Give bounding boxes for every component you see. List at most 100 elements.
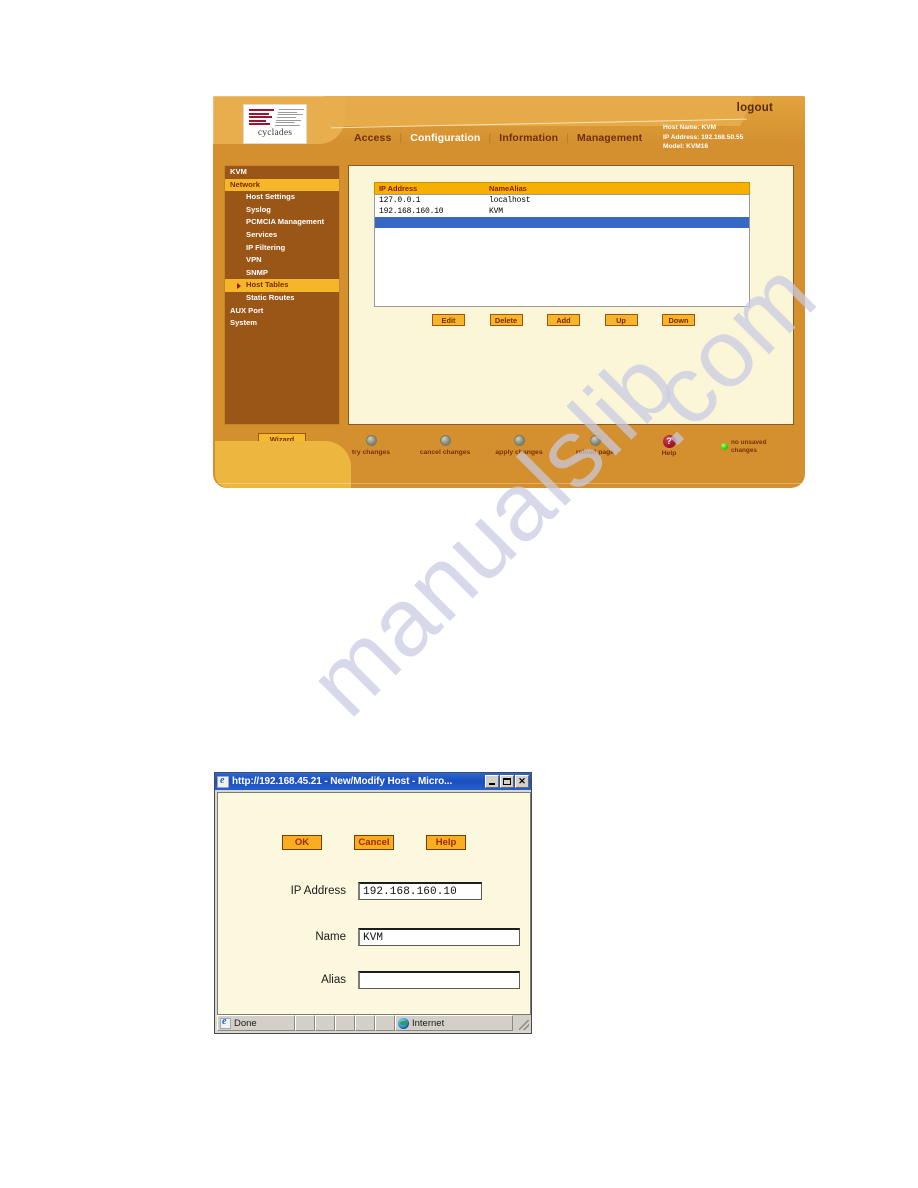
reload-page-button[interactable]: reload page — [558, 435, 632, 457]
name-label: Name — [315, 931, 346, 943]
sidebar-item-system[interactable]: System — [225, 317, 339, 330]
sidebar-item-label: Host Tables — [246, 280, 289, 290]
apply-changes-label: apply changes — [495, 449, 543, 456]
cell-ip-address: 127.0.0.1 — [379, 196, 421, 205]
table-action-buttons: Edit Delete Add Up Down — [374, 314, 750, 326]
status-zone-panel: Internet — [395, 1015, 513, 1031]
nav-separator: | — [488, 132, 492, 144]
sidebar-item-aux-port[interactable]: AUX Port — [225, 305, 339, 318]
help-label: Help — [661, 450, 677, 457]
table-body[interactable]: 127.0.0.1 localhost 192.168.160.10 KVM — [374, 194, 750, 307]
nav-separator: | — [566, 132, 570, 144]
status-text: no unsaved changes — [731, 439, 767, 454]
help-button[interactable]: Help — [426, 835, 466, 850]
maximize-icon[interactable] — [500, 775, 514, 788]
status-led-icon — [721, 443, 728, 451]
host-table: IP Address NameAlias 127.0.0.1 localhost… — [374, 182, 750, 307]
internet-explorer-icon — [220, 1016, 231, 1029]
dialog-button-row: OK Cancel Help — [218, 835, 530, 850]
resize-grip-icon[interactable] — [513, 1015, 531, 1031]
host-info-block: Host Name: KVM IP Address: 192.168.50.55… — [663, 123, 795, 152]
nav-item-information[interactable]: Information — [499, 132, 558, 144]
window-controls: ✕ — [485, 775, 529, 788]
sidebar-item-kvm[interactable]: KVM — [225, 166, 339, 179]
table-row[interactable]: 127.0.0.1 localhost — [375, 195, 749, 206]
try-changes-label: try changes — [351, 449, 391, 456]
close-icon[interactable]: ✕ — [515, 775, 529, 788]
sidebar-item-host-tables[interactable]: Host Tables — [225, 279, 339, 292]
up-button[interactable]: Up — [604, 314, 638, 326]
sidebar-item-host-settings[interactable]: Host Settings — [225, 191, 339, 204]
column-header-name-alias: NameAlias — [489, 184, 527, 193]
footer-divider — [213, 483, 805, 484]
table-row[interactable]: 192.168.160.10 KVM — [375, 206, 749, 217]
ok-button[interactable]: OK — [282, 835, 322, 850]
help-button[interactable]: ? Help — [632, 435, 706, 458]
dialog-body: OK Cancel Help IP Address Name Alias — [217, 792, 531, 1015]
ip-address-input[interactable] — [358, 882, 482, 900]
sidebar-menu: KVM Network Host Settings Syslog PCMCIA … — [224, 165, 340, 425]
new-modify-host-dialog: http://192.168.45.21 - New/Modify Host -… — [214, 772, 532, 1034]
unsaved-changes-status: no unsaved changes — [721, 439, 783, 454]
table-header-row: IP Address NameAlias — [374, 182, 750, 194]
selection-arrow-icon — [237, 282, 241, 289]
cancel-changes-button[interactable]: cancel changes — [408, 435, 482, 457]
edit-button[interactable]: Edit — [432, 314, 465, 326]
cyclades-web-ui: cyclades logout Access | Configuration |… — [213, 96, 805, 488]
sidebar-item-static-routes[interactable]: Static Routes — [225, 292, 339, 305]
sidebar-item-vpn[interactable]: VPN — [225, 254, 339, 267]
minimize-icon[interactable] — [485, 775, 499, 788]
nav-item-management[interactable]: Management — [577, 132, 642, 144]
nav-item-configuration[interactable]: Configuration — [410, 132, 480, 144]
status-blank-panel — [335, 1015, 355, 1031]
led-button-icon — [365, 435, 377, 446]
cell-name-alias: localhost — [489, 196, 531, 205]
status-blank-panel — [375, 1015, 395, 1031]
apply-changes-button[interactable]: apply changes — [482, 435, 556, 457]
column-header-ip-address: IP Address — [379, 184, 418, 193]
host-ip-text: IP Address: 192.168.50.55 — [663, 133, 744, 141]
try-changes-button[interactable]: try changes — [334, 435, 408, 457]
sidebar-item-network[interactable]: Network — [225, 178, 339, 192]
delete-button[interactable]: Delete — [489, 314, 523, 326]
dialog-titlebar[interactable]: http://192.168.45.21 - New/Modify Host -… — [215, 773, 531, 790]
name-field-row: Name — [272, 928, 520, 946]
dialog-title: http://192.168.45.21 - New/Modify Host -… — [232, 776, 453, 787]
alias-field-row: Alias — [272, 971, 520, 989]
ip-address-field-row: IP Address — [272, 882, 482, 900]
logo-wordmark: cyclades — [257, 128, 293, 138]
down-button[interactable]: Down — [662, 314, 695, 326]
status-zone-label: Internet — [412, 1017, 445, 1029]
add-button[interactable]: Add — [547, 314, 580, 326]
globe-icon — [398, 1017, 409, 1029]
footer-shape-decoration — [215, 441, 351, 488]
host-name-text: Host Name: KVM — [663, 124, 717, 131]
footer-toolbar: try changes cancel changes apply changes… — [213, 427, 805, 488]
status-blank-panel — [295, 1015, 315, 1031]
sidebar-item-pcmcia-management[interactable]: PCMCIA Management — [225, 216, 339, 229]
help-question-icon: ? — [662, 435, 676, 448]
status-blank-panel — [355, 1015, 375, 1031]
nav-item-access[interactable]: Access — [354, 132, 391, 144]
name-input[interactable] — [358, 928, 520, 946]
led-button-icon — [439, 435, 451, 446]
alias-input[interactable] — [358, 971, 520, 989]
table-row-selected[interactable] — [375, 217, 749, 228]
reload-page-label: reload page — [575, 449, 615, 456]
content-panel: IP Address NameAlias 127.0.0.1 localhost… — [348, 165, 794, 425]
status-done-label: Done — [234, 1017, 257, 1029]
led-button-icon — [513, 435, 525, 446]
status-done-panel: Done — [217, 1015, 295, 1031]
cyclades-logo: cyclades — [243, 104, 307, 144]
cancel-changes-label: cancel changes — [419, 449, 471, 456]
sidebar-item-ip-filtering[interactable]: IP Filtering — [225, 242, 339, 255]
sidebar-item-syslog[interactable]: Syslog — [225, 204, 339, 217]
status-blank-panel — [315, 1015, 335, 1031]
ip-address-label: IP Address — [290, 885, 346, 897]
cell-ip-address: 192.168.160.10 — [379, 207, 444, 216]
sidebar-item-services[interactable]: Services — [225, 229, 339, 242]
nav-separator: | — [399, 132, 403, 144]
sidebar-item-snmp[interactable]: SNMP — [225, 267, 339, 280]
cancel-button[interactable]: Cancel — [354, 835, 394, 850]
logout-link[interactable]: logout — [737, 102, 773, 114]
